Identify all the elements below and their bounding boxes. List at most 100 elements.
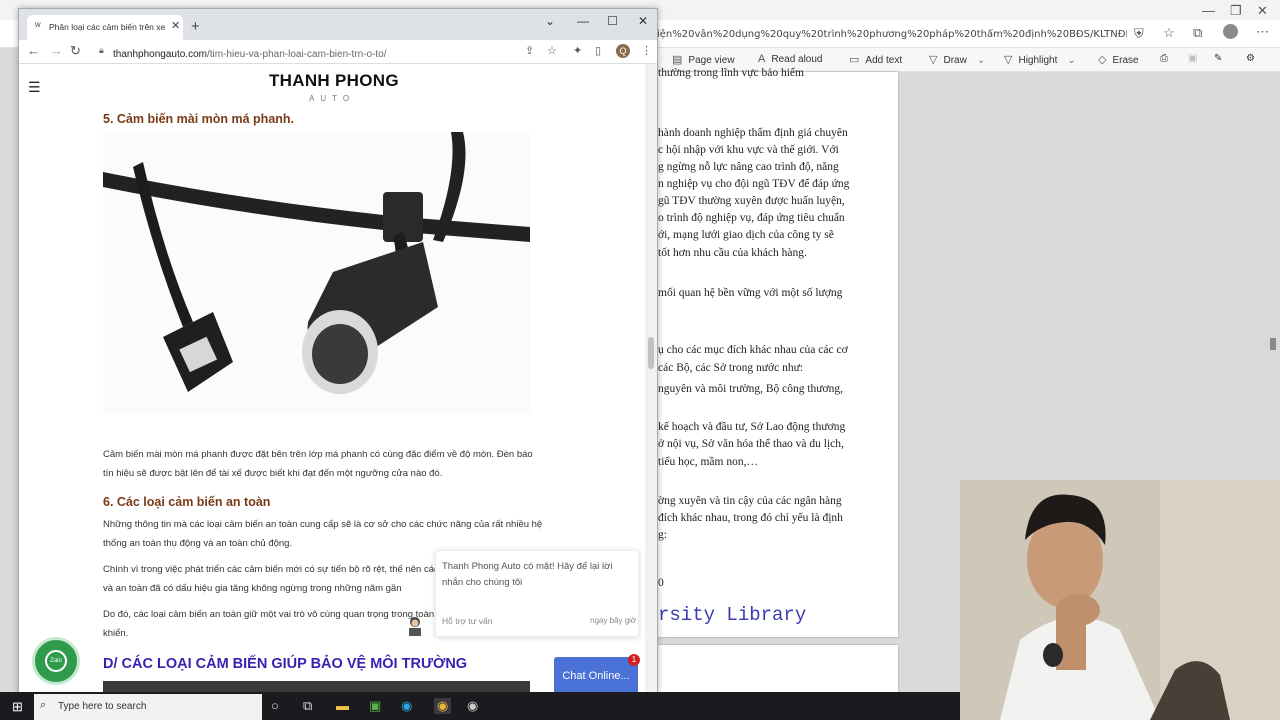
erase-button[interactable]: ◇ Erase — [1098, 53, 1139, 66]
cortana-icon[interactable]: ○ — [271, 698, 279, 713]
store-icon[interactable]: ▣ — [369, 698, 381, 714]
pdf-text-line: n nghiệp vụ cho đội ngũ TĐV để đáp ứng — [658, 178, 850, 190]
read-aloud-icon: A — [758, 53, 766, 65]
file-explorer-icon[interactable]: ▬ — [336, 698, 349, 713]
pdf-text-line: kế hoạch và đầu tư, Sở Lao động thương — [658, 421, 846, 433]
pdf-text-line: mối quan hệ bền vững với một số lượng — [658, 287, 843, 299]
page-scrollbar-thumb[interactable] — [648, 337, 654, 369]
pdf-text-line: ới, mạng lưới giao dịch của công ty sẽ — [658, 229, 834, 241]
chat-agent-name: Hỗ trợ tư vấn — [442, 616, 493, 626]
extensions-puzzle-icon[interactable]: ✦ — [573, 44, 582, 57]
profile-avatar[interactable] — [1223, 24, 1238, 39]
reload-icon[interactable]: ↻ — [70, 43, 81, 59]
hamburger-menu-icon[interactable]: ☰ — [28, 79, 41, 96]
maximize-icon[interactable]: ❐ — [1230, 3, 1242, 19]
pdf-text-line: 0 — [658, 577, 664, 589]
pdf-page — [658, 645, 898, 695]
windows-start-icon[interactable]: ⊞ — [12, 699, 23, 715]
chat-popup[interactable]: Thanh Phong Auto có mặt! Hãy để lại lời … — [435, 550, 639, 637]
chat-online-button[interactable]: Chat Online... — [554, 657, 638, 695]
add-text-button[interactable]: ▭ Add text — [849, 53, 902, 66]
chrome-app-icon[interactable]: ◉ — [467, 698, 478, 714]
close-icon[interactable]: ✕ — [1257, 3, 1268, 19]
zalo-icon: Zalo — [45, 650, 67, 672]
webcam-overlay — [960, 480, 1280, 720]
save-as-icon[interactable]: ✎ — [1214, 53, 1222, 64]
taskbar-search-box[interactable]: ⌕ Type here to search — [34, 694, 262, 720]
lock-icon[interactable]: 🔒︎ — [99, 45, 104, 56]
page-view-button[interactable]: ▤ Page view — [672, 53, 735, 66]
edge-scrollbar-thumb[interactable] — [1270, 338, 1276, 350]
draw-icon: ▽ — [929, 54, 938, 66]
url-field[interactable]: thanhphongauto.com/tim-hieu-va-phan-loai… — [113, 46, 386, 60]
bookmark-star-icon[interactable]: ☆ — [547, 44, 557, 57]
minimize-icon[interactable]: — — [577, 14, 589, 28]
pdf-page: thường trong lĩnh vực bảo hiểm hành doan… — [658, 67, 898, 637]
edge-url-text[interactable]: iện%20vân%20dụng%20quy%20trình%20phương%… — [657, 29, 1127, 40]
read-aloud-button[interactable]: A Read aloud — [758, 53, 823, 65]
share-icon[interactable]: ⇪ — [525, 44, 534, 57]
eraser-icon: ◇ — [1098, 54, 1107, 66]
chevron-down-icon[interactable]: ⌄ — [977, 55, 985, 66]
favorite-icon[interactable]: ☆ — [1163, 25, 1175, 41]
chat-unread-badge: 1 — [628, 654, 640, 666]
forward-arrow-icon[interactable]: → — [50, 43, 63, 58]
pdf-library-watermark: rsity Library — [658, 604, 807, 626]
url-path: /tim-hieu-va-phan-loai-cam-bien-trn-o-to… — [206, 49, 387, 60]
print-icon[interactable]: ⎙ — [1160, 53, 1168, 64]
pdf-text-line: ụ cho các mục đích khác nhau của các cơ — [658, 344, 848, 356]
tab-favicon-icon: ᵂ — [35, 21, 41, 31]
task-view-icon[interactable]: ⧉ — [303, 698, 312, 714]
section-heading-d: D/ CÁC LOẠI CẢM BIẾN GIÚP BẢO VỆ MÔI TRƯ… — [103, 656, 468, 672]
chat-timestamp: ngay bây giờ — [590, 616, 637, 625]
add-text-label: Add text — [865, 55, 903, 66]
close-icon[interactable]: ✕ — [638, 14, 648, 28]
zalo-chat-button[interactable]: Zalo — [32, 637, 80, 685]
brake-sensor-illustration — [103, 132, 530, 414]
chevron-down-icon[interactable]: ⌄ — [1067, 55, 1075, 66]
page-content: ☰ THANH PHONG AUTO 5. Cảm biến mài mòn m… — [19, 64, 645, 695]
webcam-person-image — [960, 480, 1280, 720]
pdf-text-line: hành doanh nghiệp thẩm định giá chuyên — [658, 127, 848, 139]
tracking-icon[interactable]: ⛨ — [1134, 26, 1144, 42]
draw-button[interactable]: ▽ Draw ⌄ — [929, 53, 985, 66]
pdf-text-line: tốt hơn nhu cầu của khách hàng. — [658, 247, 807, 259]
profile-avatar[interactable]: Q — [616, 44, 630, 58]
save-icon[interactable]: ▣ — [1188, 53, 1197, 64]
minimize-icon[interactable]: — — [1202, 3, 1215, 18]
back-arrow-icon[interactable]: ← — [27, 43, 40, 58]
pdf-text-line: đích khác nhau, trong đó chỉ yếu là định — [658, 512, 843, 524]
page-scrollbar[interactable] — [645, 64, 657, 695]
chrome-menu-icon[interactable]: ⋮ — [641, 44, 652, 57]
chat-agent-avatar — [409, 617, 421, 636]
tab-search-chevron-icon[interactable]: ⌄ — [545, 14, 555, 28]
pdf-text-line: ở nội vụ, Sở văn hóa thể thao và du lịch… — [658, 438, 844, 450]
article-heading-5: 5. Cảm biến mài mòn má phanh. — [103, 112, 295, 126]
chat-message: Thanh Phong Auto có mặt! Hãy để lại lời … — [442, 561, 613, 588]
taskbar-search-placeholder: Type here to search — [58, 701, 147, 712]
tab-title: Phân loại các cảm biến trên xe Ô — [49, 22, 167, 32]
pdf-text-line: ờng xuyên và tin cậy của các ngân hàng — [658, 495, 842, 507]
more-menu-icon[interactable]: ⋯ — [1256, 24, 1269, 40]
brake-sensor-photo — [103, 132, 530, 414]
highlight-label: Highlight — [1018, 55, 1058, 66]
chrome-browser-icon[interactable]: ◉ — [434, 698, 452, 714]
browser-tab[interactable]: ᵂ Phân loại các cảm biến trên xe Ô ✕ — [27, 15, 183, 40]
maximize-icon[interactable]: ☐ — [607, 14, 618, 28]
pdf-text-line: c hội nhập với khu vực và thế giới. Với — [658, 144, 839, 156]
chrome-window: ᵂ Phân loại các cảm biến trên xe Ô ✕ + ⌄… — [18, 8, 658, 695]
site-logo-name[interactable]: THANH PHONG — [269, 71, 399, 91]
tab-close-icon[interactable]: ✕ — [171, 19, 180, 32]
collections-icon[interactable]: ⧉ — [1193, 25, 1202, 41]
highlight-button[interactable]: ▽ Highlight ⌄ — [1004, 53, 1076, 66]
chrome-toolbar: ← → ↻ 🔒︎ thanhphongauto.com/tim-hieu-va-… — [19, 40, 657, 64]
pdf-text-line: gũ TĐV thường xuyên được huấn luyện, — [658, 195, 845, 207]
draw-label: Draw — [943, 55, 967, 66]
side-panel-icon[interactable]: ▯ — [595, 44, 601, 57]
windows-taskbar: ⊞ ⌕ Type here to search ○ ⧉ ▬ ▣ ◉ ◉ ◉ — [0, 692, 960, 720]
settings-gear-icon[interactable]: ⚙ — [1246, 53, 1255, 64]
edge-browser-icon[interactable]: ◉ — [401, 698, 412, 714]
new-tab-icon[interactable]: + — [191, 18, 200, 35]
pdf-text-line: thường trong lĩnh vực bảo hiểm — [658, 67, 804, 79]
url-host: thanhphongauto.com — [113, 49, 207, 60]
